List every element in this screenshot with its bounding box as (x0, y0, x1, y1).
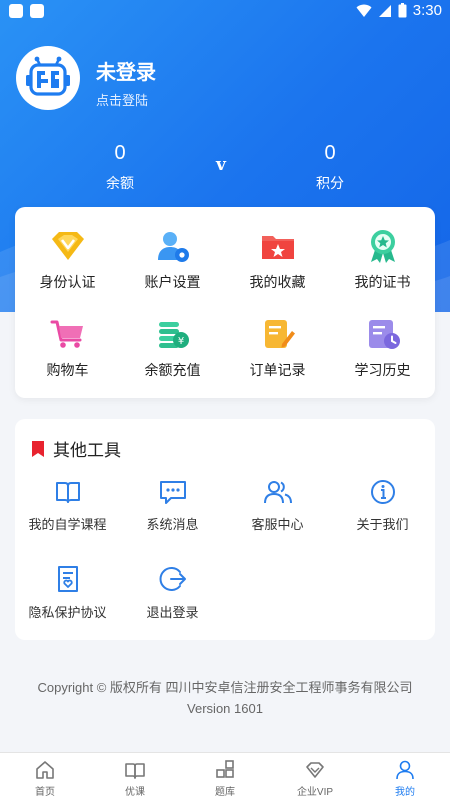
menu-label: 账户设置 (144, 274, 201, 290)
tab-label: 题库 (215, 787, 235, 798)
signal-icon (378, 4, 391, 17)
document-heart-icon (57, 566, 78, 592)
book-icon (125, 763, 145, 779)
notification-icon (30, 4, 44, 18)
bottom-tab-bar: 首页 优课 题库 企业VIP 我的 (0, 752, 450, 800)
person-icon (396, 760, 414, 780)
tab-enterprise-vip[interactable]: 企业VIP (270, 753, 360, 800)
balance-value: 0 (114, 142, 126, 164)
menu-label: 我的收藏 (249, 274, 306, 290)
menu-order-records[interactable]: 订单记录 (225, 314, 330, 380)
tool-privacy-policy[interactable]: 隐私保护协议 (15, 564, 120, 621)
main-menu-card: 身份认证 账户设置 我的收藏 我的证书 购物车 ¥ 余额充值 订单记录 学习历史 (15, 207, 435, 398)
logout-icon (159, 567, 186, 591)
menu-label: 身份认证 (39, 274, 96, 290)
user-name[interactable]: 未登录 (96, 56, 156, 85)
svg-text:¥: ¥ (177, 336, 183, 347)
vip-diamond-icon (306, 762, 324, 778)
menu-account-settings[interactable]: 账户设置 (120, 226, 225, 292)
tab-label: 优课 (125, 787, 145, 798)
menu-label: 余额充值 (144, 362, 201, 378)
tool-customer-service[interactable]: 客服中心 (225, 478, 330, 533)
menu-label: 购物车 (46, 362, 89, 378)
chat-icon (159, 481, 186, 504)
points-stat[interactable]: 0 积分 (270, 142, 390, 193)
balance-stat[interactable]: 0 余额 (60, 142, 180, 193)
robot-logo-icon (26, 56, 70, 96)
tool-label: 隐私保护协议 (28, 605, 107, 620)
tools-title: 其他工具 (53, 441, 121, 460)
bookmark-icon (32, 440, 44, 457)
tool-label: 客服中心 (251, 517, 304, 532)
tool-label: 我的自学课程 (28, 517, 107, 532)
tools-header: 其他工具 (32, 436, 121, 461)
status-bar: 3:30 (0, 0, 450, 24)
menu-balance-recharge[interactable]: ¥ 余额充值 (120, 314, 225, 380)
folder-star-icon (261, 236, 294, 259)
tab-label: 我的 (395, 787, 415, 798)
login-link[interactable]: 点击登陆 (96, 90, 148, 109)
wifi-icon (356, 4, 372, 17)
tab-label: 企业VIP (296, 787, 334, 798)
diamond-icon (51, 232, 84, 260)
info-icon (370, 480, 395, 504)
history-icon (368, 320, 400, 349)
tool-label: 系统消息 (146, 517, 199, 532)
coin-recharge-icon: ¥ (158, 322, 189, 348)
tab-question-bank[interactable]: 题库 (180, 753, 270, 800)
avatar[interactable] (16, 46, 80, 110)
menu-label: 我的证书 (354, 274, 411, 290)
menu-identity-verification[interactable]: 身份认证 (15, 226, 120, 292)
points-value: 0 (324, 142, 336, 164)
tool-about-us[interactable]: 关于我们 (330, 478, 435, 533)
home-icon (36, 761, 54, 779)
tab-label: 首页 (35, 787, 55, 798)
tool-self-study-courses[interactable]: 我的自学课程 (15, 478, 120, 533)
vip-mark: v (216, 155, 226, 175)
tool-label: 关于我们 (356, 517, 409, 532)
people-icon (263, 481, 292, 504)
menu-my-favorites[interactable]: 我的收藏 (225, 226, 330, 292)
tools-card: 其他工具 我的自学课程 系统消息 客服中心 关于我们 隐私保护协议 退出登录 (15, 419, 435, 640)
copyright-text: Copyright © 版权所有 四川中安卓信注册安全工程师事务有限公司 (37, 680, 413, 695)
tab-home[interactable]: 首页 (0, 753, 90, 800)
award-icon (370, 230, 395, 263)
cart-icon (50, 320, 83, 348)
menu-learning-history[interactable]: 学习历史 (330, 314, 435, 380)
points-label: 积分 (316, 175, 344, 191)
clock: 3:30 (412, 2, 442, 19)
tab-mine[interactable]: 我的 (360, 753, 450, 800)
tool-logout[interactable]: 退出登录 (120, 564, 225, 621)
grid-icon (216, 760, 234, 778)
version-text: Version 1601 (187, 701, 263, 716)
menu-label: 学习历史 (354, 362, 411, 378)
menu-my-certificates[interactable]: 我的证书 (330, 226, 435, 292)
open-book-icon (55, 482, 80, 503)
tab-courses[interactable]: 优课 (90, 753, 180, 800)
menu-shopping-cart[interactable]: 购物车 (15, 314, 120, 380)
menu-label: 订单记录 (249, 362, 306, 378)
tool-system-messages[interactable]: 系统消息 (120, 478, 225, 533)
tool-label: 退出登录 (146, 605, 199, 620)
notification-icon (9, 4, 23, 18)
balance-label: 余额 (106, 175, 134, 191)
user-gear-icon (157, 232, 189, 262)
order-edit-icon (264, 320, 295, 348)
battery-icon (398, 3, 407, 18)
